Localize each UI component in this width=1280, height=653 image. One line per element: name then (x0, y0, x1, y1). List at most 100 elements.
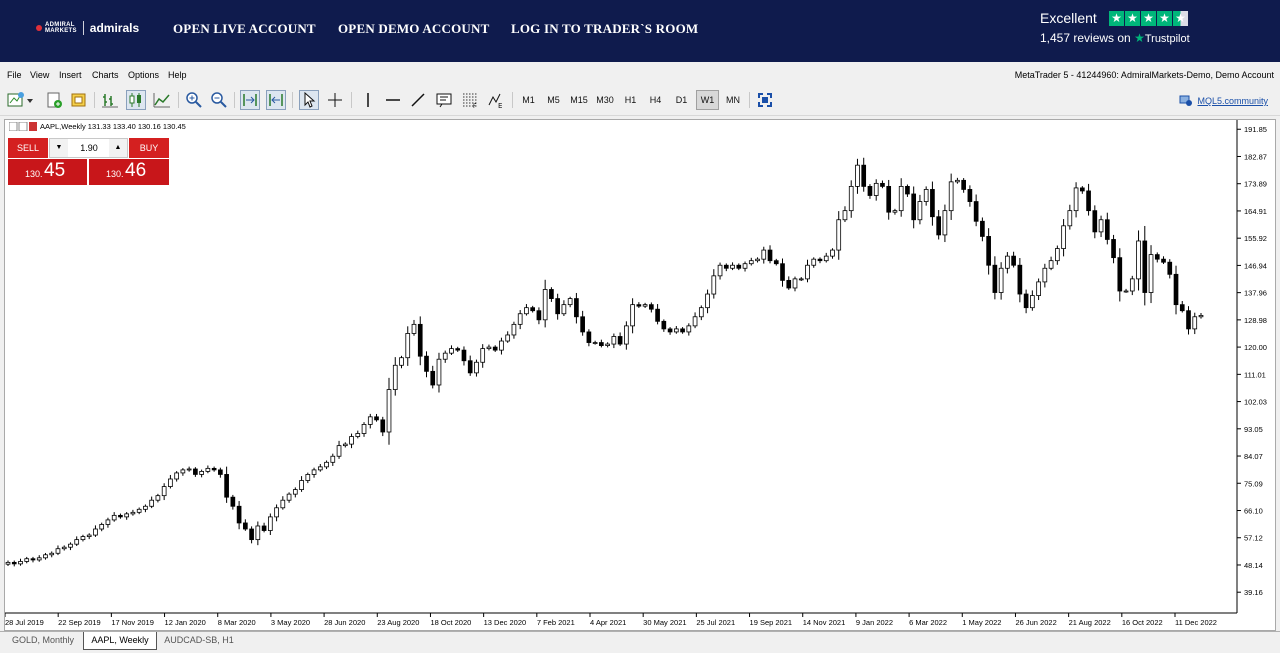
trustpilot-rating-label: Excellent (1040, 10, 1097, 26)
candle (698, 305, 704, 321)
new-chart-icon[interactable] (6, 90, 36, 110)
y-tick-label: 191.85 (1244, 125, 1267, 134)
cursor-icon[interactable] (299, 90, 319, 110)
text-label-icon[interactable] (434, 90, 454, 110)
candle (1117, 248, 1123, 302)
lot-decrease-icon[interactable]: ▼ (50, 139, 68, 157)
lot-increase-icon[interactable]: ▲ (109, 139, 127, 157)
chart-window[interactable]: 191.85 182.87 173.89 164.91 155.92 146.94 137.… (4, 119, 1276, 631)
candle-body (161, 486, 167, 497)
trustpilot-widget[interactable]: Excellent ★ ★ ★ ★ ★ 1,457 reviews on ★Tr… (1040, 10, 1190, 45)
candle (911, 186, 917, 229)
lot-input[interactable] (69, 141, 109, 155)
menu-insert[interactable]: Insert (59, 70, 82, 80)
candle-body (292, 489, 298, 495)
candle-body (211, 467, 217, 471)
y-tick-label: 75.09 (1244, 479, 1263, 488)
elliott-wave-icon[interactable]: E (486, 90, 506, 110)
timeframe-d1[interactable]: D1 (670, 90, 693, 110)
timeframe-m30[interactable]: M30 (592, 90, 618, 110)
mql5-icon (1179, 95, 1193, 106)
candle-body (449, 348, 454, 354)
candlestick-chart-icon[interactable] (126, 90, 146, 110)
login-traders-room-link[interactable]: LOG IN TO TRADER`S ROOM (511, 21, 698, 37)
candle-body (855, 164, 860, 187)
candle-body (667, 328, 673, 333)
candle (86, 533, 92, 540)
candle (261, 522, 267, 533)
price-chart[interactable]: 191.85 182.87 173.89 164.91 155.92 146.94 137.… (5, 120, 1275, 630)
candle (842, 206, 848, 223)
zoom-out-icon[interactable] (209, 90, 229, 110)
candle (118, 513, 123, 519)
candle-body (542, 289, 548, 321)
timeframe-h1[interactable]: H1 (619, 90, 642, 110)
menu-options[interactable]: Options (128, 70, 159, 80)
menu-file[interactable]: File (7, 70, 22, 80)
timeframe-mn[interactable]: MN (721, 90, 745, 110)
candle (80, 534, 86, 542)
x-tick-label: 8 Mar 2020 (218, 618, 256, 627)
open-demo-account-link[interactable]: OPEN DEMO ACCOUNT (338, 21, 489, 37)
line-chart-icon[interactable] (152, 90, 172, 110)
candle-body (236, 505, 242, 524)
candle-body (773, 260, 779, 265)
tab-audcad-sb-h1[interactable]: AUDCAD-SB, H1 (159, 632, 239, 650)
zoom-in-icon[interactable] (184, 90, 204, 110)
crosshair-icon[interactable] (325, 90, 345, 110)
menu-charts[interactable]: Charts (92, 70, 119, 80)
ask-price[interactable]: 130. 46 (89, 159, 169, 185)
profiles-icon[interactable] (44, 90, 64, 110)
bid-price-big: 45 (44, 160, 66, 181)
x-tick-label: 25 Jul 2021 (696, 618, 735, 627)
auto-scroll-icon[interactable] (240, 90, 260, 110)
candle-body (49, 552, 55, 556)
candle (267, 513, 273, 536)
candle (717, 262, 723, 280)
candle (55, 545, 61, 556)
candle-body (186, 468, 192, 471)
tab-gold-monthly[interactable]: GOLD, Monthly (5, 632, 81, 650)
menu-view[interactable]: View (30, 70, 49, 80)
trend-line-icon[interactable] (408, 90, 428, 110)
admirals-logo[interactable]: ADMIRAL MARKETS admirals (36, 21, 139, 35)
timeframe-w1[interactable]: W1 (696, 90, 719, 110)
bid-price[interactable]: 130. 45 (8, 159, 87, 185)
timeframe-h4[interactable]: H4 (644, 90, 667, 110)
timeframe-m15[interactable]: M15 (566, 90, 592, 110)
templates-icon[interactable] (69, 90, 89, 110)
chart-shift-icon[interactable] (266, 90, 286, 110)
candle (505, 331, 511, 343)
candle-body (755, 258, 760, 262)
candle-body (1154, 254, 1160, 260)
candle-body (342, 443, 348, 447)
candle-body (1111, 239, 1116, 259)
lot-stepper[interactable]: ▼ ▲ (49, 138, 128, 158)
candle-body (1117, 257, 1123, 292)
candle-body (1142, 240, 1148, 293)
candle-body (1023, 293, 1029, 309)
buy-button[interactable]: BUY (129, 138, 169, 158)
open-live-account-link[interactable]: OPEN LIVE ACCOUNT (173, 21, 316, 37)
timeframe-m5[interactable]: M5 (542, 90, 565, 110)
star-half-icon: ★ (1173, 11, 1188, 26)
candle-body (43, 554, 48, 559)
candle-body (1005, 255, 1010, 269)
sell-button[interactable]: SELL (8, 138, 48, 158)
horizontal-line-icon[interactable] (383, 90, 403, 110)
candle (436, 352, 442, 393)
candle (1023, 289, 1029, 314)
fibonacci-icon[interactable]: F (460, 90, 480, 110)
tab-aapl-weekly[interactable]: AAPL, Weekly (83, 632, 157, 650)
candle-body (305, 474, 311, 481)
vertical-line-icon[interactable] (358, 90, 378, 110)
mql5-community-link[interactable]: MQL5.community (1179, 95, 1268, 107)
fullscreen-icon[interactable] (755, 90, 775, 110)
bar-chart-icon[interactable] (100, 90, 120, 110)
bid-price-small: 130. (25, 169, 43, 179)
candle (411, 319, 417, 336)
timeframe-m1[interactable]: M1 (517, 90, 540, 110)
candle (511, 321, 517, 339)
menu-help[interactable]: Help (168, 70, 187, 80)
candle (886, 179, 892, 220)
